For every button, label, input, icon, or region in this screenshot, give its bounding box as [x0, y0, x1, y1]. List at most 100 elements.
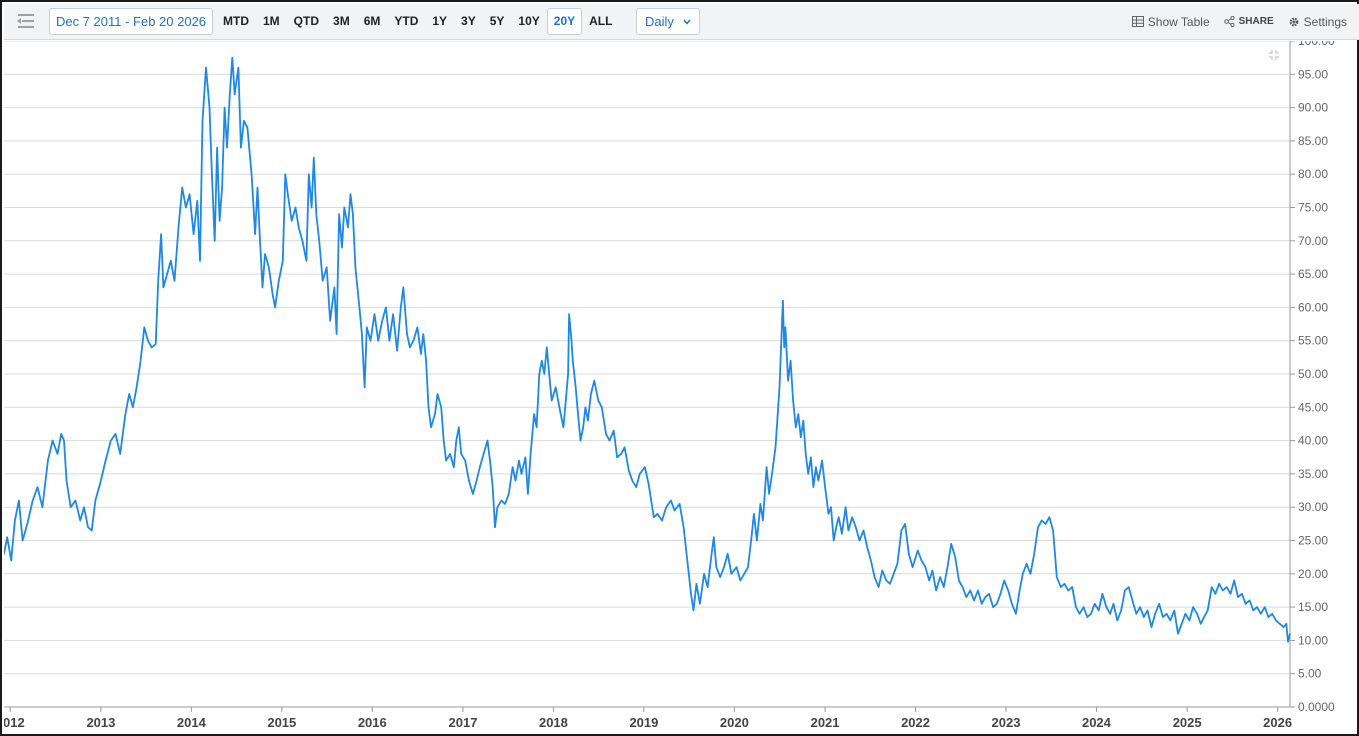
data-point — [874, 576, 876, 578]
data-point — [381, 320, 383, 322]
data-point — [877, 586, 880, 588]
period-ytd[interactable]: YTD — [387, 8, 425, 35]
data-point — [928, 579, 930, 582]
data-point — [65, 479, 68, 482]
period-20y[interactable]: 20Y — [546, 8, 583, 35]
data-point — [1067, 589, 1070, 592]
period-3m[interactable]: 3M — [326, 8, 357, 35]
collapse-icon-part — [1275, 56, 1279, 60]
data-point — [63, 440, 65, 442]
data-point — [322, 280, 324, 282]
data-point — [778, 386, 781, 388]
data-point — [422, 333, 424, 335]
data-point — [962, 586, 964, 588]
share-button[interactable]: SHARE — [1223, 16, 1274, 27]
collapse-icon[interactable] — [1269, 50, 1279, 60]
data-point — [797, 413, 799, 415]
data-point — [1241, 593, 1243, 595]
data-point — [430, 426, 432, 428]
data-point — [1007, 589, 1009, 592]
data-point — [26, 523, 28, 525]
data-point — [917, 549, 919, 552]
x-tick-label: 2014 — [177, 715, 207, 730]
data-point — [568, 313, 570, 315]
data-point — [830, 506, 832, 508]
data-point — [546, 346, 548, 348]
data-point — [492, 486, 494, 488]
data-point — [100, 479, 102, 482]
period-6m[interactable]: 6M — [357, 8, 388, 35]
period-qtd[interactable]: QTD — [287, 8, 326, 35]
data-point — [1101, 593, 1103, 595]
series-line-0[interactable] — [3, 56, 1291, 643]
data-point — [723, 566, 725, 568]
data-point — [530, 453, 532, 455]
data-point — [392, 313, 394, 315]
frequency-dropdown[interactable]: Daily — [636, 8, 700, 35]
data-point — [1143, 616, 1145, 618]
y-tick-label: 95.00 — [1298, 67, 1328, 81]
data-point — [443, 440, 445, 442]
x-tick-label: 2025 — [1173, 715, 1202, 730]
settings-button[interactable]: Settings — [1288, 15, 1347, 29]
data-point — [795, 426, 797, 428]
data-point — [240, 146, 242, 149]
data-point — [192, 233, 195, 235]
period-5y[interactable]: 5Y — [483, 8, 512, 35]
period-3y[interactable]: 3Y — [454, 8, 483, 35]
y-tick-label: 40.00 — [1298, 434, 1328, 448]
data-point — [369, 340, 372, 342]
data-point — [1249, 599, 1251, 602]
data-point — [935, 589, 937, 592]
chart-toolbar: Dec 7 2011 - Feb 20 2026 MTD 1M QTD 3M 6M YTD… — [4, 4, 1359, 40]
data-point — [256, 186, 259, 189]
chart-area[interactable]: 0.0000 5.00 10.00 15.00 20.00 25.00 30.00 35.00… — [0, 34, 1359, 736]
data-point — [287, 193, 289, 195]
data-point — [272, 293, 274, 295]
data-point — [601, 406, 603, 408]
sidebar-toggle-icon[interactable] — [16, 12, 36, 30]
x-tick-label: 2026 — [1263, 715, 1292, 730]
data-point — [1252, 609, 1254, 612]
data-point — [32, 499, 34, 502]
data-point — [508, 493, 510, 495]
line-chart[interactable]: 0.0000 5.00 10.00 15.00 20.00 25.00 30.00 35.00… — [0, 34, 1359, 736]
data-point — [656, 513, 659, 515]
data-point — [584, 406, 587, 408]
data-point — [1124, 589, 1126, 592]
data-point — [1165, 613, 1168, 615]
data-point — [827, 513, 830, 515]
data-point — [402, 286, 404, 289]
data-point — [644, 466, 646, 468]
data-point — [1075, 606, 1077, 608]
data-point — [954, 556, 956, 558]
data-point — [1162, 616, 1164, 618]
period-all[interactable]: ALL — [582, 8, 619, 35]
data-point — [1218, 583, 1220, 585]
app-frame: Dec 7 2011 - Feb 20 2026 MTD 1M QTD 3M 6M YTD… — [0, 0, 1359, 736]
data-point — [1264, 606, 1266, 608]
period-1y[interactable]: 1Y — [425, 8, 454, 35]
data-point — [352, 213, 354, 215]
period-10y[interactable]: 10Y — [511, 8, 546, 35]
show-table-button[interactable]: Show Table — [1131, 15, 1210, 29]
period-1m[interactable]: 1M — [256, 8, 287, 35]
data-point — [231, 57, 233, 59]
data-point — [999, 593, 1002, 595]
period-mtd[interactable]: MTD — [216, 8, 256, 35]
data-point — [699, 603, 701, 605]
x-tick-label: 2021 — [811, 715, 840, 730]
data-point — [361, 333, 363, 335]
data-point — [1184, 613, 1187, 615]
data-point — [969, 589, 971, 592]
date-range-picker[interactable]: Dec 7 2011 - Feb 20 2026 — [49, 8, 213, 35]
data-point — [686, 559, 688, 562]
data-point — [335, 333, 338, 335]
data-point — [21, 539, 24, 542]
data-point — [1045, 523, 1047, 525]
data-point — [173, 280, 176, 282]
data-point — [538, 373, 540, 375]
data-point — [329, 320, 331, 322]
data-point — [261, 286, 264, 289]
data-point — [199, 260, 201, 262]
